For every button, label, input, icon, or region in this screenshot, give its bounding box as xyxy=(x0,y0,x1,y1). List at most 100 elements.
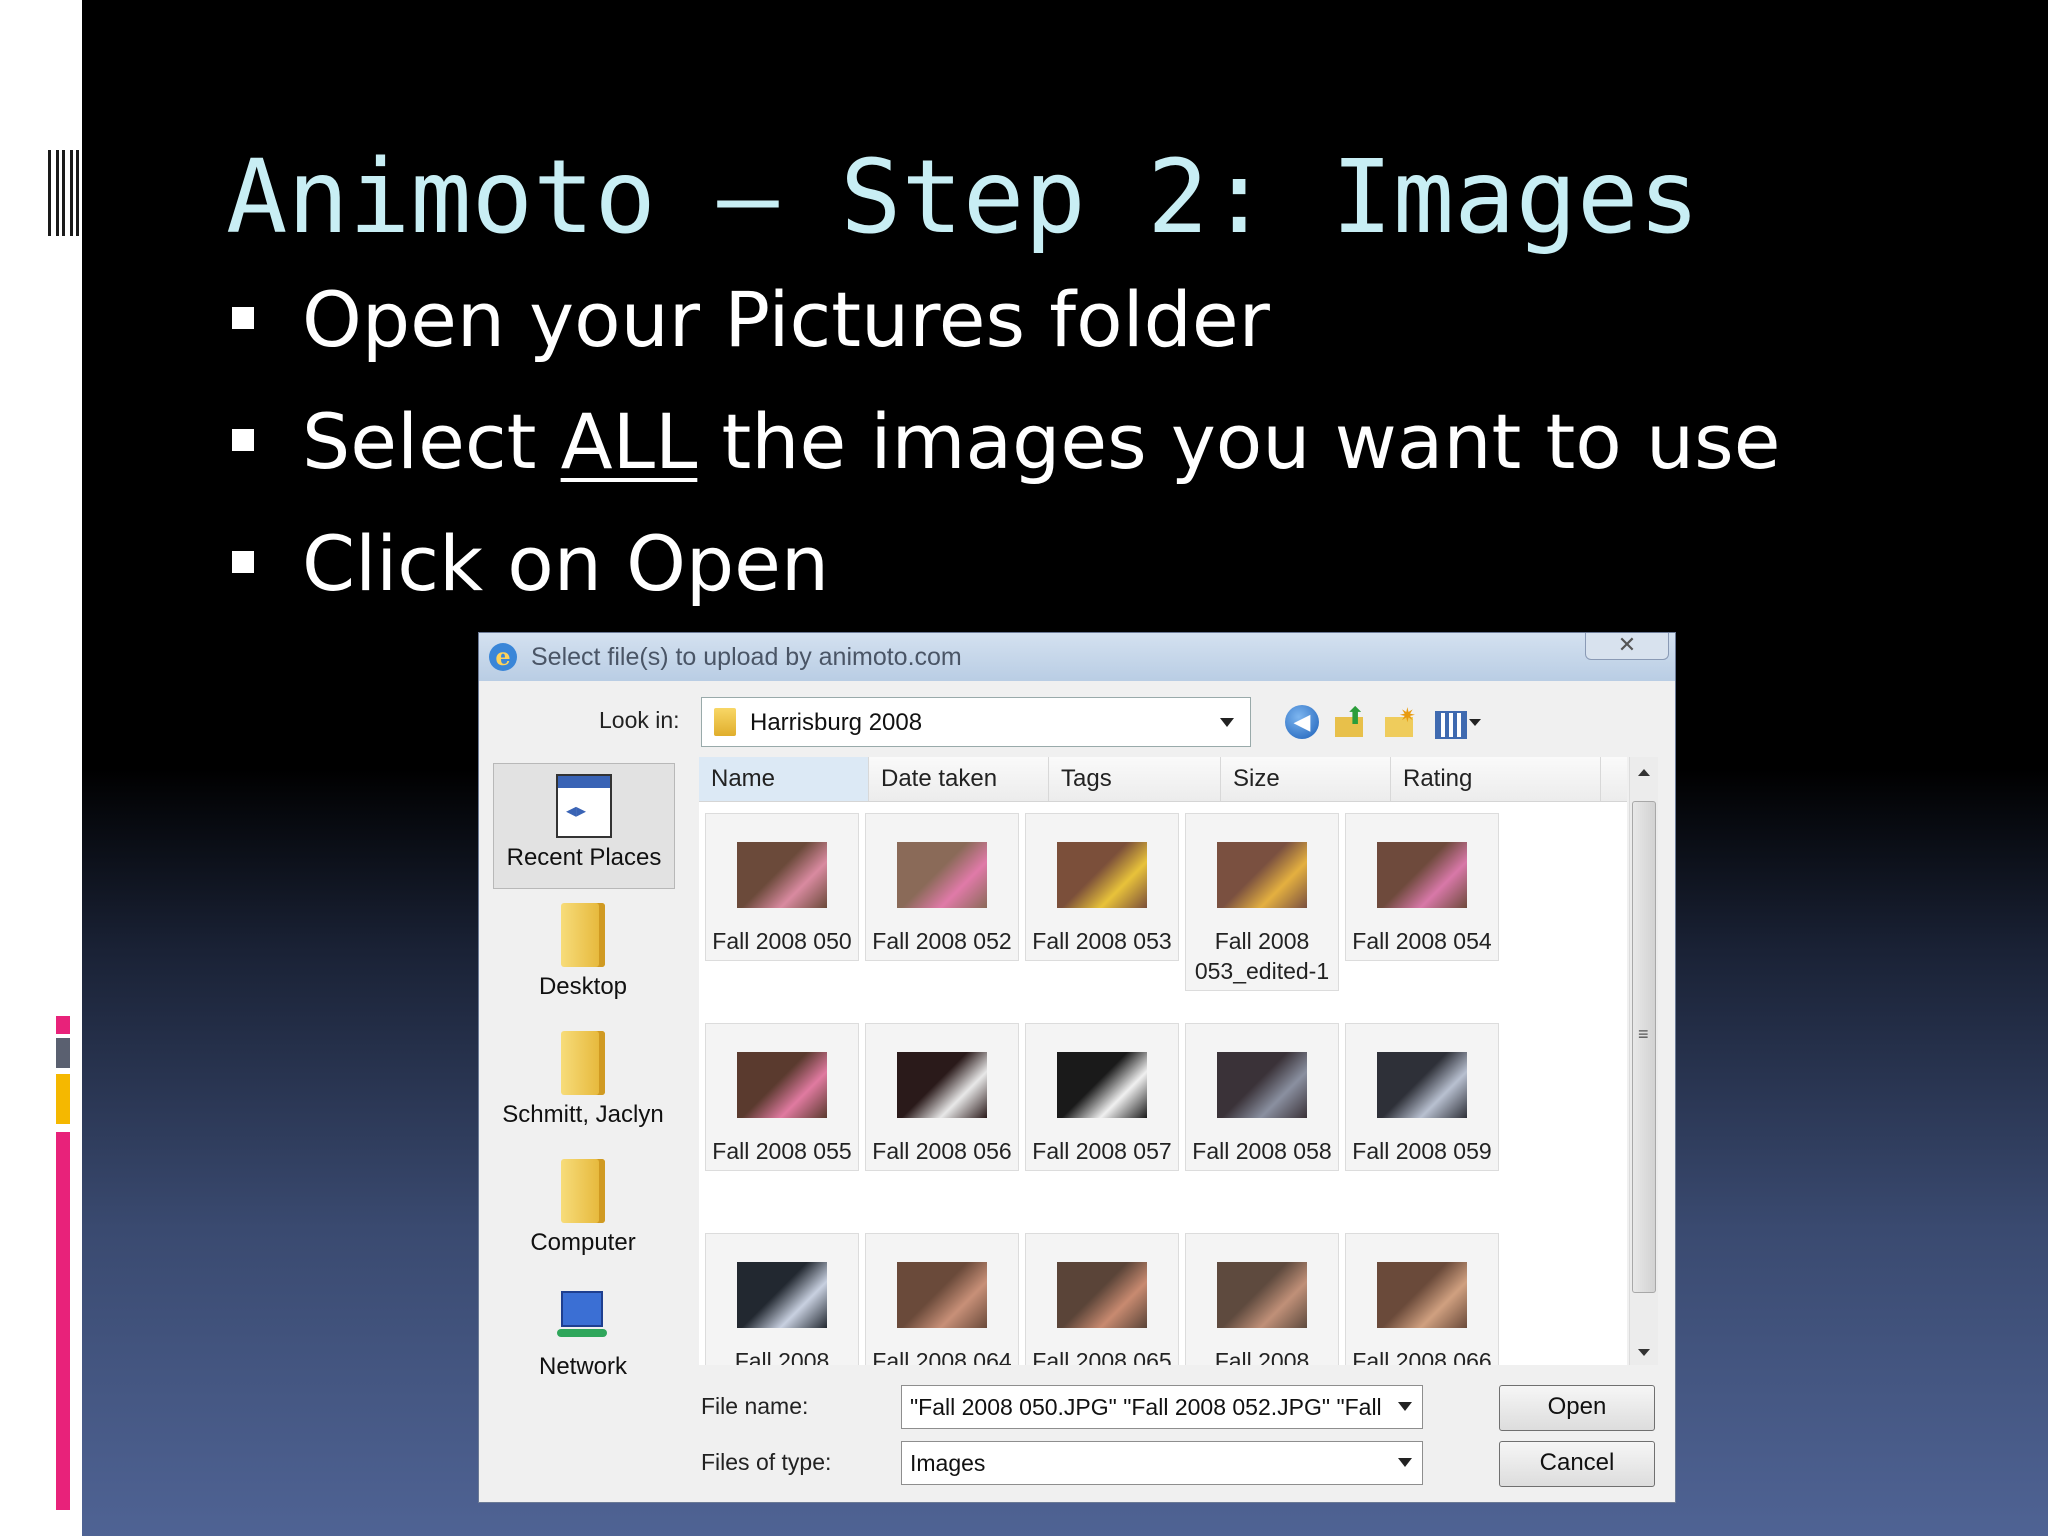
cancel-button[interactable]: Cancel xyxy=(1499,1441,1655,1487)
scroll-thumb[interactable] xyxy=(1632,801,1656,1293)
dialog-title: Select file(s) to upload by animoto.com xyxy=(531,643,962,671)
file-tile[interactable]: Fall 2008 064 xyxy=(865,1233,1019,1365)
views-menu-icon[interactable] xyxy=(1433,705,1483,739)
file-name-label: Fall 2008 053_edited-1 xyxy=(1194,928,1330,984)
bullet-item: Select ALL the images you want to use xyxy=(230,392,1780,514)
place-schmitt-jaclyn[interactable]: Schmitt, Jaclyn xyxy=(493,1031,673,1129)
vertical-scrollbar[interactable] xyxy=(1629,757,1658,1365)
scroll-up-icon[interactable] xyxy=(1638,769,1650,776)
image-thumbnail xyxy=(1217,842,1307,908)
file-type-value: Images xyxy=(910,1450,986,1476)
look-in-label: Look in: xyxy=(599,707,680,733)
decorative-bars xyxy=(48,150,82,236)
place-label: Computer xyxy=(530,1229,636,1256)
place-recent-places[interactable]: Recent Places xyxy=(493,763,675,889)
file-tile[interactable]: Fall 2008 053 xyxy=(1025,813,1179,961)
image-thumbnail xyxy=(1057,842,1147,908)
close-button[interactable]: ✕ xyxy=(1585,633,1669,660)
bullet-item: Open your Pictures folder xyxy=(230,270,1780,392)
file-name-label: Fall 2008 xyxy=(734,1348,830,1365)
bullet-text: the images you want to use xyxy=(697,397,1781,486)
file-name-label: Fall 2008 053 xyxy=(1032,928,1172,954)
accent-bar xyxy=(56,1016,70,1034)
file-tile[interactable]: Fall 2008 056 xyxy=(865,1023,1019,1171)
file-tile[interactable]: Fall 2008 053_edited-1 xyxy=(1185,813,1339,991)
bullet-emphasis: ALL xyxy=(560,397,698,486)
network-icon xyxy=(555,1291,611,1347)
file-name-label: Fall 2008 057 xyxy=(1032,1138,1172,1164)
back-icon[interactable]: ◀ xyxy=(1285,705,1319,739)
file-tile[interactable]: Fall 2008 xyxy=(705,1233,859,1365)
bullet-item: Click on Open xyxy=(230,514,1780,636)
file-name-label: Fall 2008 065 xyxy=(1032,1348,1172,1365)
place-label: Recent Places xyxy=(506,844,662,871)
file-name-label: File name: xyxy=(701,1393,809,1419)
bullet-text: Click on Open xyxy=(302,519,830,608)
file-tile[interactable]: Fall 2008 057 xyxy=(1025,1023,1179,1171)
column-size[interactable]: Size xyxy=(1221,757,1391,801)
file-name-label: Fall 2008 050 xyxy=(712,928,852,954)
file-tile[interactable]: Fall 2008 059 xyxy=(1345,1023,1499,1171)
place-label: Schmitt, Jaclyn xyxy=(502,1101,664,1128)
file-name-label: Fall 2008 054 xyxy=(1352,928,1492,954)
up-folder-icon[interactable]: ⬆ xyxy=(1333,705,1367,739)
file-tile[interactable]: Fall 2008 065 xyxy=(1025,1233,1179,1365)
place-network[interactable]: Network xyxy=(493,1291,673,1381)
bullet-list: Open your Pictures folder Select ALL the… xyxy=(230,270,1780,636)
accent-bar xyxy=(56,1038,70,1068)
look-in-dropdown[interactable]: Harrisburg 2008 xyxy=(701,697,1251,747)
dialog-titlebar: e Select file(s) to upload by animoto.co… xyxy=(479,633,1675,681)
file-tile[interactable]: Fall 2008 052 xyxy=(865,813,1019,961)
file-tile[interactable]: Fall 2008 058 xyxy=(1185,1023,1339,1171)
scroll-down-icon[interactable] xyxy=(1638,1349,1650,1356)
accent-bar xyxy=(56,1074,70,1124)
column-name[interactable]: Name xyxy=(699,757,869,801)
look-in-value: Harrisburg 2008 xyxy=(750,709,923,736)
file-upload-dialog: e Select file(s) to upload by animoto.co… xyxy=(478,632,1676,1503)
place-desktop[interactable]: Desktop xyxy=(493,903,673,1001)
image-thumbnail xyxy=(737,842,827,908)
image-thumbnail xyxy=(737,1262,827,1328)
place-computer[interactable]: Computer xyxy=(493,1159,673,1257)
file-tile[interactable]: Fall 2008 055 xyxy=(705,1023,859,1171)
file-name-label: Fall 2008 066 xyxy=(1352,1348,1492,1365)
image-thumbnail xyxy=(1377,842,1467,908)
new-folder-icon[interactable]: ✷ xyxy=(1383,705,1417,739)
recent-places-icon xyxy=(556,774,612,838)
image-thumbnail xyxy=(1377,1262,1467,1328)
file-name-label: Fall 2008 058 xyxy=(1192,1138,1332,1164)
column-tags[interactable]: Tags xyxy=(1049,757,1221,801)
file-type-label: Files of type: xyxy=(701,1449,832,1475)
file-tile[interactable]: Fall 2008 054 xyxy=(1345,813,1499,961)
image-thumbnail xyxy=(1057,1262,1147,1328)
file-tile[interactable]: Fall 2008 050 xyxy=(705,813,859,961)
image-thumbnail xyxy=(737,1052,827,1118)
accent-bar xyxy=(56,1132,70,1510)
file-name-label: Fall 2008 xyxy=(1214,1348,1310,1365)
file-name-field[interactable]: "Fall 2008 050.JPG" "Fall 2008 052.JPG" … xyxy=(901,1385,1423,1429)
image-thumbnail xyxy=(1217,1262,1307,1328)
file-tile[interactable]: Fall 2008 066 xyxy=(1345,1233,1499,1365)
file-name-label: Fall 2008 056 xyxy=(872,1138,1012,1164)
image-thumbnail xyxy=(1057,1052,1147,1118)
slide-title: Animoto – Step 2: Images xyxy=(226,138,1700,257)
bullet-text: Select xyxy=(302,397,561,486)
place-label: Network xyxy=(538,1353,628,1380)
bullet-square-icon xyxy=(232,429,254,451)
internet-explorer-icon: e xyxy=(489,643,517,671)
chevron-down-icon[interactable] xyxy=(1398,1402,1412,1411)
file-name-label: Fall 2008 064 xyxy=(872,1348,1012,1365)
file-name-label: Fall 2008 055 xyxy=(712,1138,852,1164)
file-tile[interactable]: Fall 2008 xyxy=(1185,1233,1339,1365)
bullet-square-icon xyxy=(232,551,254,573)
image-thumbnail xyxy=(897,1052,987,1118)
chevron-down-icon[interactable] xyxy=(1398,1458,1412,1467)
column-rating[interactable]: Rating xyxy=(1391,757,1601,801)
bullet-text: Open your Pictures folder xyxy=(302,275,1270,364)
file-type-select[interactable]: Images xyxy=(901,1441,1423,1485)
file-name-label: Fall 2008 052 xyxy=(872,928,1012,954)
folder-icon xyxy=(561,903,605,967)
open-button[interactable]: Open xyxy=(1499,1385,1655,1431)
folder-icon xyxy=(561,1159,605,1223)
column-date-taken[interactable]: Date taken xyxy=(869,757,1049,801)
